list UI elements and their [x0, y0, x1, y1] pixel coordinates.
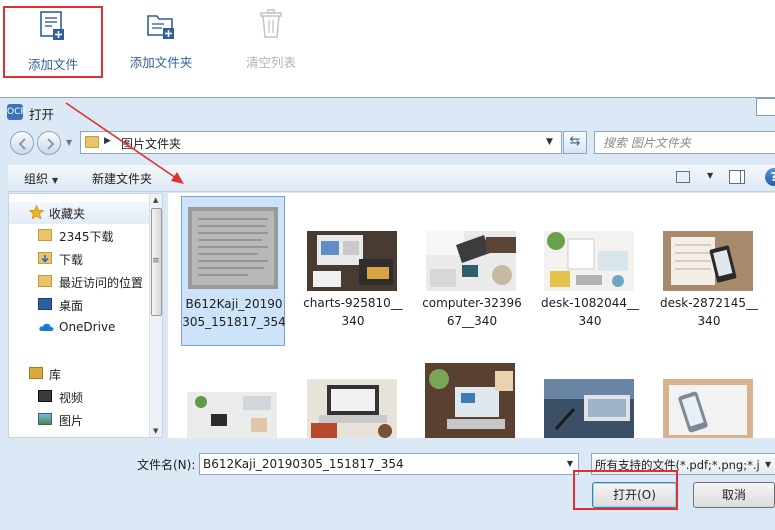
new-folder-button[interactable]: 新建文件夹	[92, 170, 152, 187]
nav-scrollbar[interactable]: ▲ ≡ ▼	[149, 194, 162, 437]
command-bar: 组织▼ 新建文件夹 ▼ ?	[8, 165, 775, 192]
preview-pane-icon[interactable]	[729, 170, 745, 184]
scroll-up-icon[interactable]: ▲	[153, 196, 158, 204]
filename-input[interactable]	[203, 455, 563, 473]
file-name: desk-1082044__340	[541, 296, 639, 328]
filename-label: 文件名(N):	[137, 458, 196, 472]
add-folder-label: 添加文件夹	[129, 55, 193, 70]
search-box[interactable]	[594, 131, 775, 154]
organize-menu[interactable]: 组织 ▼	[24, 170, 58, 187]
address-bar[interactable]: ▶ 图片文件夹 ▼	[80, 131, 562, 154]
add-file-icon	[40, 11, 64, 40]
chevron-down-icon[interactable]: ▼	[567, 459, 573, 468]
add-file-button[interactable]: 添加文件	[3, 6, 103, 78]
breadcrumb-separator-icon[interactable]: ▶	[104, 136, 111, 146]
nav-item-downloads[interactable]: 下载	[9, 248, 149, 270]
nav-favorites[interactable]: 收藏夹	[9, 202, 149, 224]
view-dropdown-icon[interactable]: ▼	[707, 171, 713, 180]
refresh-button[interactable]: ⇆	[563, 131, 587, 154]
library-icon	[29, 367, 43, 379]
file-list: B612Kaji_20190305_151817_354 charts-9258…	[168, 193, 775, 438]
dialog-title: 打开	[29, 107, 55, 122]
address-dropdown-icon[interactable]: ▼	[546, 137, 553, 147]
file-thumbnail[interactable]	[663, 379, 753, 438]
forward-button[interactable]	[37, 131, 61, 155]
navigation-row: ▼ ▶ 图片文件夹 ▼ ⇆	[0, 128, 775, 158]
search-input[interactable]	[603, 133, 773, 152]
nav-item-label: 2345下载	[59, 230, 114, 244]
file-thumbnail[interactable]	[425, 363, 515, 438]
file-thumbnail[interactable]	[307, 379, 397, 438]
file-name: charts-925810__340	[303, 296, 403, 328]
clear-list-label: 清空列表	[245, 55, 296, 70]
file-thumbnail	[307, 231, 397, 291]
file-thumbnail	[426, 231, 516, 291]
nav-item-2345-download[interactable]: 2345下载	[9, 225, 149, 247]
onedrive-icon	[39, 323, 54, 331]
refresh-icon: ⇆	[569, 134, 581, 149]
forward-icon	[47, 138, 55, 150]
recent-places-icon	[38, 275, 52, 287]
folder-icon	[85, 136, 99, 148]
nav-item-label: 最近访问的位置	[59, 276, 144, 290]
scroll-grip-icon: ≡	[152, 256, 160, 266]
chevron-down-icon: ▼	[765, 460, 772, 469]
history-dropdown-icon[interactable]: ▼	[66, 138, 72, 147]
clear-list-button[interactable]: 清空列表	[221, 6, 321, 78]
file-item[interactable]: charts-925810__340	[301, 196, 405, 346]
nav-item-label: 视频	[59, 391, 84, 405]
file-thumbnail	[663, 231, 753, 291]
file-thumbnail	[544, 231, 634, 291]
help-icon[interactable]: ?	[765, 168, 775, 186]
file-item[interactable]: B612Kaji_20190305_151817_354	[181, 196, 286, 346]
app-toolbar: 添加文件 添加文件夹 清空列表	[0, 0, 775, 82]
open-button-highlight	[573, 470, 678, 510]
desktop-icon	[38, 298, 52, 310]
nav-item-label: 图片	[59, 414, 84, 428]
add-folder-icon	[147, 15, 174, 39]
file-item[interactable]: desk-1082044__340	[538, 196, 642, 346]
breadcrumb-current-folder[interactable]: 图片文件夹	[121, 135, 181, 152]
organize-label: 组织	[24, 172, 49, 186]
chevron-down-icon: ▼	[52, 176, 59, 185]
nav-item-label: OneDrive	[59, 320, 116, 334]
file-name: computer-3239667__340	[422, 296, 522, 328]
file-thumbnail[interactable]	[187, 392, 277, 438]
star-icon	[29, 205, 44, 220]
app-logo-icon: OCR	[7, 104, 27, 120]
file-item[interactable]: desk-2872145__340	[657, 196, 761, 346]
trash-icon	[260, 9, 282, 38]
back-button[interactable]	[10, 131, 34, 155]
nav-item-videos[interactable]: 视频	[9, 386, 149, 408]
back-icon	[18, 138, 26, 150]
dialog-title-bar: OCR 打开	[0, 98, 775, 126]
nav-library[interactable]: 库	[9, 363, 149, 385]
add-folder-button[interactable]: 添加文件夹	[111, 6, 211, 78]
file-thumbnail[interactable]	[544, 379, 634, 438]
nav-item-label: 桌面	[59, 299, 84, 313]
nav-item-label: 下载	[59, 253, 84, 267]
file-name: B612Kaji_20190305_151817_354	[182, 297, 286, 329]
open-dialog: OCR 打开 ▼ ▶ 图片文件夹 ▼ ⇆ 组织▼ 新建文件夹 ▼ ?	[0, 97, 775, 530]
close-button[interactable]	[756, 98, 775, 116]
cancel-button[interactable]: 取消	[693, 482, 775, 508]
folder-icon	[38, 229, 52, 241]
file-item[interactable]: computer-3239667__340	[420, 196, 524, 346]
picture-icon	[38, 413, 52, 425]
nav-item-onedrive[interactable]: OneDrive	[9, 317, 149, 339]
navigation-pane: 收藏夹 2345下载 下载 最近访问的位置 桌面 OneDrive 库 视频 图…	[8, 193, 163, 438]
file-name: desk-2872145__340	[660, 296, 758, 328]
nav-item-pictures[interactable]: 图片	[9, 409, 149, 431]
nav-favorites-label: 收藏夹	[49, 207, 86, 221]
nav-library-label: 库	[49, 368, 62, 382]
scroll-down-icon[interactable]: ▼	[153, 427, 158, 435]
view-icon[interactable]	[676, 171, 690, 183]
download-icon	[38, 252, 52, 264]
add-file-label: 添加文件	[27, 57, 78, 72]
file-thumbnail	[188, 207, 278, 289]
video-icon	[38, 390, 52, 402]
nav-item-desktop[interactable]: 桌面	[9, 294, 149, 316]
filename-field[interactable]: ▼	[199, 453, 579, 475]
nav-item-recent-places[interactable]: 最近访问的位置	[9, 271, 149, 293]
